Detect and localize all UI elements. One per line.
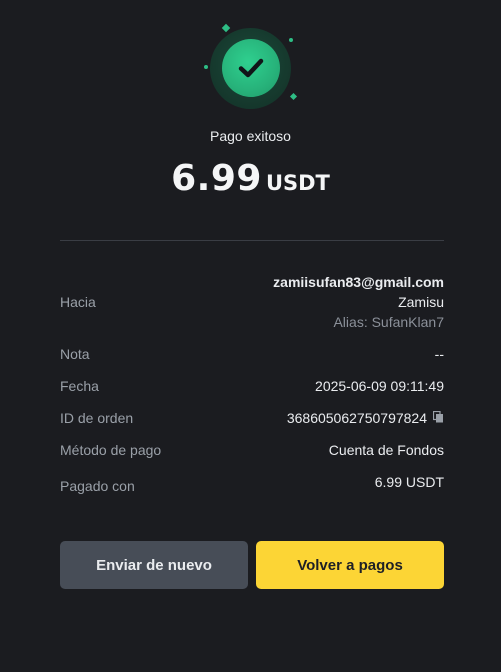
paid-with-value: 6.99 USDT [374, 474, 444, 490]
amount-currency: USDT [265, 171, 330, 195]
sparkle-dot [289, 38, 293, 42]
check-circle-ring [210, 28, 291, 109]
send-again-button[interactable]: Enviar de nuevo [60, 541, 248, 589]
divider [60, 240, 444, 241]
check-circle-icon [222, 39, 280, 97]
sparkle-dot [289, 92, 298, 101]
payment-method-label: Método de pago [60, 442, 162, 458]
status-title: Pago exitoso [210, 128, 291, 144]
order-id-label: ID de orden [60, 410, 134, 426]
success-icon [200, 22, 300, 109]
recipient-alias: Alias: SufanKlan7 [333, 314, 444, 330]
paid-with-label: Pagado con [60, 478, 135, 494]
payment-method-value: Cuenta de Fondos [328, 442, 444, 458]
date-value: 2025-06-09 09:11:49 [315, 378, 444, 394]
recipient-name: Zamisu [398, 294, 444, 310]
to-label: Hacia [60, 294, 96, 310]
back-to-payments-button[interactable]: Volver a pagos [256, 541, 444, 589]
date-label: Fecha [60, 378, 99, 394]
order-id-row: 368605062750797824 [287, 410, 444, 427]
checkmark-icon [238, 58, 264, 78]
recipient-email: zamiisufan83@gmail.com [273, 274, 444, 290]
sparkle-dot [204, 65, 208, 69]
sparkle-dot [221, 23, 231, 33]
payment-amount: 6.99 USDT [0, 158, 501, 199]
amount-value: 6.99 [171, 158, 262, 199]
copy-icon[interactable] [432, 410, 444, 426]
note-label: Nota [60, 346, 90, 362]
note-value: -- [434, 346, 444, 362]
order-id-value: 368605062750797824 [286, 410, 427, 426]
